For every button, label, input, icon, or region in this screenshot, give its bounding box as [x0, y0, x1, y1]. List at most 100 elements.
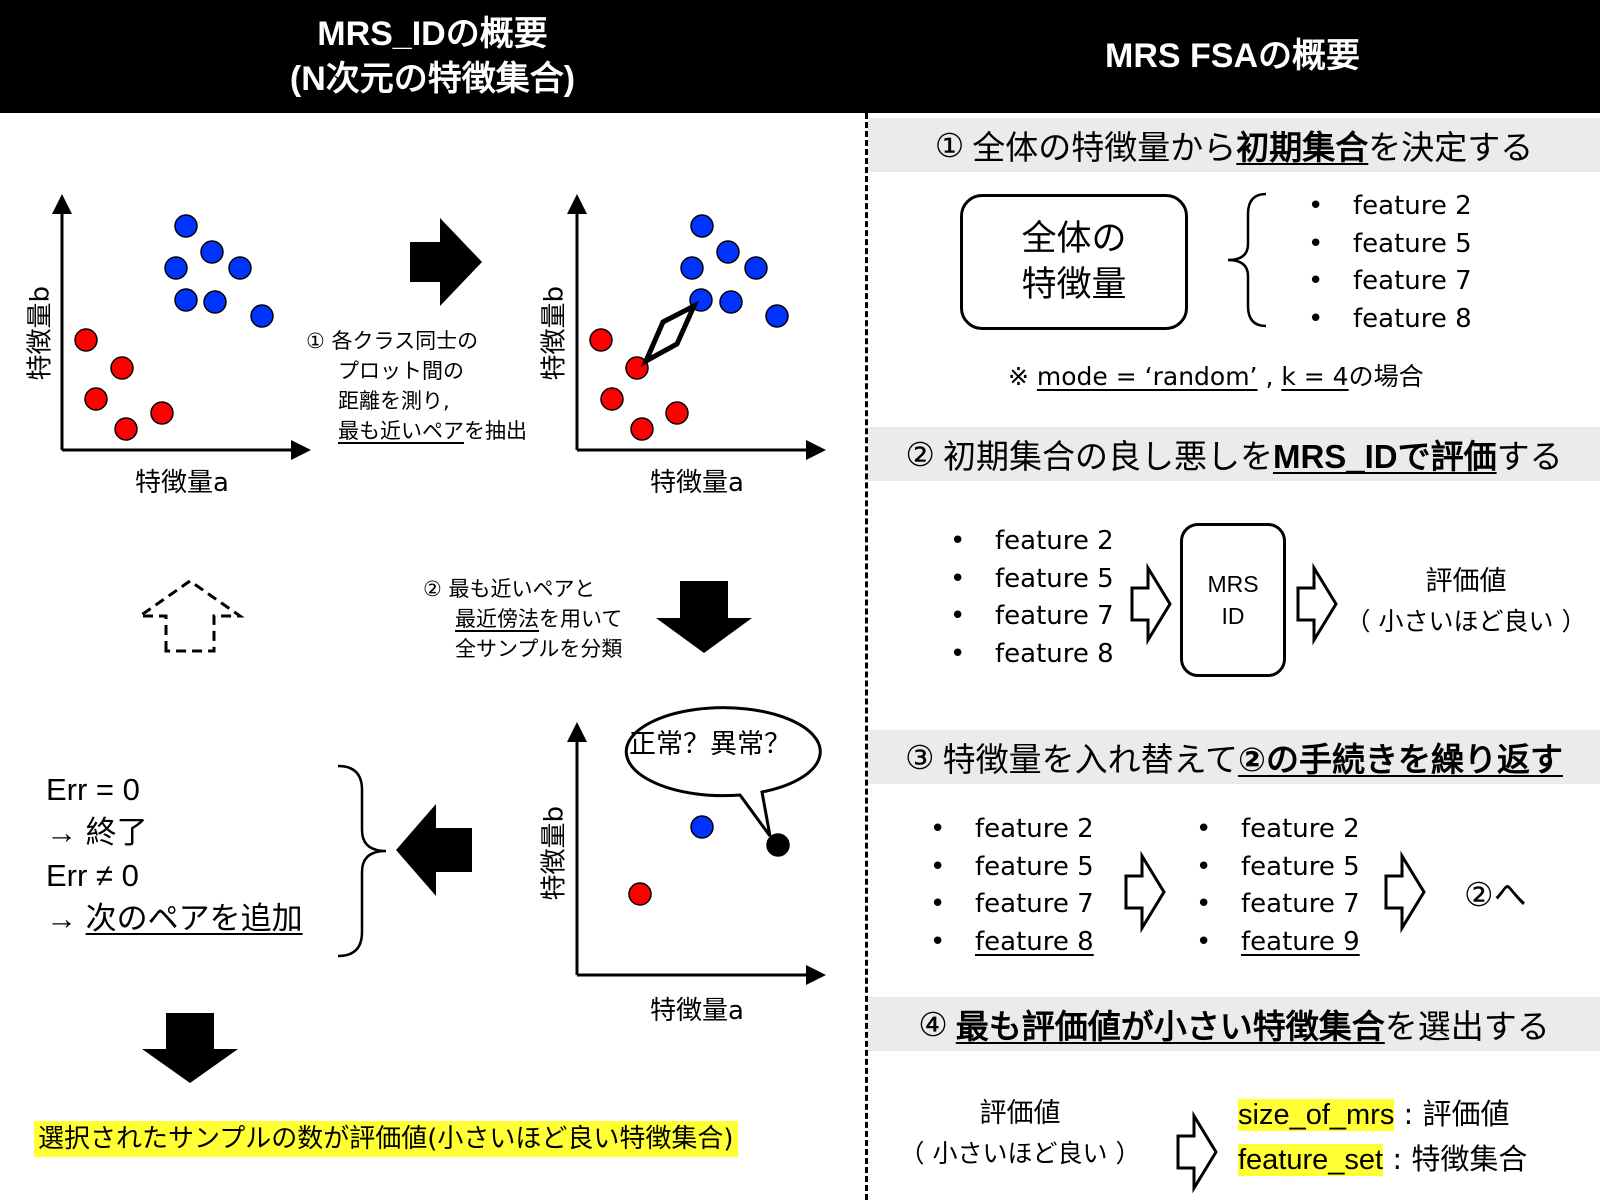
hollow-arrow-icon — [1124, 850, 1166, 934]
step3-pre: 特徴量を入れ替えて — [942, 741, 1238, 778]
output-size-of-mrs-desc: : 評価値 — [1394, 1097, 1510, 1131]
step4-outputs: size_of_mrs : 評価値 feature_set : 特徴集合 — [1238, 1092, 1527, 1182]
bullet: • — [1308, 191, 1324, 221]
bullet: • — [950, 563, 966, 594]
bullet: • — [950, 526, 966, 556]
output-feature-set-desc: : 特徴集合 — [1383, 1142, 1528, 1176]
red-point — [665, 401, 689, 425]
plot-1-x-label: 特徴量a — [135, 468, 229, 498]
blue-point — [174, 288, 198, 312]
all-features-box: 全体の 特徴量 — [960, 194, 1188, 330]
hollow-arrow-icon — [1130, 562, 1172, 646]
bullet: • — [1196, 814, 1212, 844]
step4-best-set: 最も評価値が小さい特徴集合 — [955, 1008, 1385, 1045]
result-text: 選択されたサンプルの数が評価値(小さいほど良い特徴集合) — [34, 1121, 738, 1157]
blue-point — [680, 256, 704, 280]
plot-1-y-label: 特徴量b — [25, 285, 56, 381]
step1-ann-nearest-pair: 最も近いペア — [338, 419, 464, 443]
err-line4-arrow: → — [46, 901, 86, 936]
step2-pre: 初期集合の良し悪しを — [942, 438, 1273, 475]
bullet: • — [930, 889, 946, 919]
mrs-id-box: MRS ID — [1180, 523, 1286, 677]
plot-3-y-label: 特徴量b — [539, 805, 570, 901]
bullet: • — [950, 601, 966, 631]
plot-2-x-label: 特徴量a — [650, 468, 744, 498]
step3-repeat: ②の手続きを繰り返す — [1238, 741, 1563, 778]
blue-point — [228, 256, 252, 280]
feature-item: feature 2 — [975, 814, 1094, 844]
step3-band: ③ 特徴量を入れ替えて ②の手続きを繰り返す — [868, 730, 1600, 784]
step2-band: ② 初期集合の良し悪しを MRS_IDで評価 する — [868, 427, 1600, 481]
err-line1: Err = 0 — [46, 772, 140, 807]
bullet: • — [1196, 851, 1212, 882]
step4-post: を選出する — [1384, 1008, 1550, 1045]
step1-feature-list: • feature 2 • feature 5 • feature 7 • featur… — [1308, 188, 1472, 338]
feature-item: feature 2 — [1353, 191, 1472, 221]
mrs-id-line2: ID — [1221, 603, 1245, 629]
step2-feature-list: • feature 2 • feature 5 • feature 7 • featur… — [950, 523, 1114, 673]
hollow-arrow-icon — [1296, 562, 1338, 646]
step3-list-a: • feature 2 • feature 5 • feature 7 • featur… — [930, 811, 1094, 961]
feature-item: feature 5 — [1353, 228, 1472, 259]
step2-annotation: ② 最も近いペアと 最近傍法を用いて 全サンプルを分類 — [423, 574, 622, 664]
step2-ann-line2-tail: を用いて — [539, 607, 623, 631]
step1-post: を決定する — [1368, 129, 1534, 166]
step1-note: ※ mode = ‘random’ , k = 4の場合 — [1008, 357, 1424, 393]
left-arrow — [396, 804, 472, 896]
step2-ann-knn: 最近傍法 — [455, 607, 539, 631]
curly-brace — [1227, 192, 1267, 328]
blue-point — [250, 304, 274, 328]
bullet: • — [930, 926, 946, 957]
note-k: k = 4 — [1281, 362, 1349, 391]
bullet: • — [1196, 926, 1212, 957]
right-header-title: MRS FSAの概要 — [1105, 37, 1360, 76]
goto-step2: ②へ — [1464, 875, 1527, 914]
step1-num: ① — [934, 126, 965, 164]
left-header-title-2: (N次元の特徴集合) — [289, 59, 576, 98]
step2-eval: 評価値 （ 小さいほど良い ） — [1334, 562, 1598, 642]
step3-list-b: • feature 2 • feature 5 • feature 7 • featur… — [1196, 811, 1360, 961]
step2-num: ② — [905, 435, 935, 473]
mrs-id-line1: MRS — [1207, 571, 1259, 597]
blue-point — [200, 240, 224, 264]
left-header: MRS_IDの概要 (N次元の特徴集合) — [0, 0, 865, 113]
step4-eval: 評価値 （ 小さいほど良い ） — [880, 1094, 1160, 1174]
hollow-arrow-icon — [1176, 1110, 1218, 1194]
feature-item: feature 8 — [1353, 303, 1472, 334]
bullet: • — [1308, 303, 1324, 334]
bullet: • — [930, 851, 946, 882]
err-block: Err = 0 → 終了 Err ≠ 0 → 次のペアを追加 — [46, 768, 303, 940]
red-point — [150, 401, 174, 425]
red-point — [589, 328, 613, 352]
feature-item: feature 2 — [1241, 814, 1360, 844]
bubble-text: 正常？異常？ — [629, 729, 791, 760]
right-brace — [337, 764, 387, 958]
feature-item: feature 7 — [975, 889, 1094, 919]
plot-2-y-label: 特徴量b — [539, 285, 570, 381]
feature-item: feature 5 — [975, 851, 1094, 882]
step1-ann-line3: 距離を測り, — [338, 389, 450, 413]
blue-point — [719, 290, 743, 314]
red-point — [110, 356, 134, 380]
right-arrow — [410, 218, 482, 306]
bullet: • — [1196, 889, 1212, 919]
feature-item: feature 8 — [995, 638, 1114, 669]
blue-point — [164, 256, 188, 280]
plot-2-points — [589, 214, 789, 441]
feature-item: feature 5 — [995, 563, 1114, 594]
red-point — [114, 417, 138, 441]
err-line2: → 終了 — [46, 815, 148, 850]
err-line3: Err ≠ 0 — [46, 858, 139, 893]
blue-point — [690, 815, 714, 839]
blue-point — [716, 240, 740, 264]
note-mode: mode = ‘random’ — [1036, 362, 1258, 391]
blue-point — [765, 304, 789, 328]
right-header: MRS FSAの概要 — [865, 0, 1600, 113]
red-point — [628, 882, 652, 906]
left-header-title-1: MRS_IDの概要 — [317, 15, 548, 54]
blue-point — [203, 290, 227, 314]
down-arrow — [656, 581, 752, 653]
output-feature-set: feature_set — [1238, 1144, 1384, 1176]
blue-point — [174, 214, 198, 238]
step2-mrs-eval: MRS_IDで評価 — [1272, 438, 1497, 475]
